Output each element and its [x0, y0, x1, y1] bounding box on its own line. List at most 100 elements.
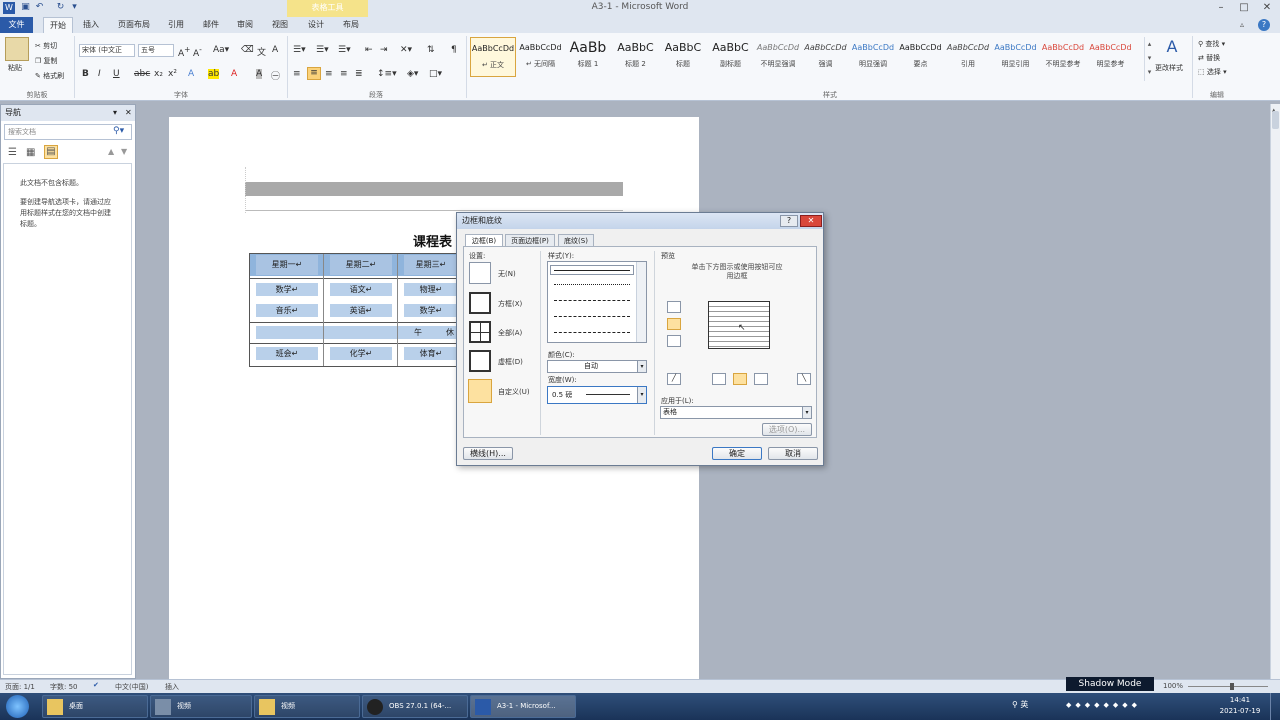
char-border-icon[interactable]: A [272, 45, 278, 55]
tab-review[interactable]: 审阅 [232, 17, 258, 33]
show-marks-icon[interactable]: ¶ [451, 45, 457, 55]
ok-button[interactable]: 确定 [712, 447, 762, 460]
timetable-cell[interactable]: 化学↵ [330, 347, 392, 360]
close-window-button[interactable]: ✕ [1256, 1, 1278, 15]
timetable-cell[interactable]: 星期二↵ [330, 255, 392, 275]
language[interactable]: 中文(中国) [115, 682, 148, 692]
copy-button[interactable]: ❐ 复制 [35, 56, 58, 66]
paste-label[interactable]: 粘贴 [8, 63, 22, 73]
horizontal-line-button[interactable]: 横线(H)... [463, 447, 513, 460]
setting-custom-icon[interactable] [468, 379, 492, 403]
strikethrough-icon[interactable]: abc [134, 69, 150, 79]
prev-heading-icon[interactable]: ▲ [108, 147, 114, 156]
setting-all-icon[interactable] [469, 321, 491, 343]
setting-none-label[interactable]: 无(N) [498, 269, 516, 279]
help-icon[interactable]: ? [1258, 19, 1270, 31]
find-button[interactable]: ⚲ 查找 ▾ [1198, 39, 1225, 49]
tab-layout[interactable]: 布局 [338, 17, 364, 33]
timetable-cell[interactable]: 数学↵ [404, 304, 458, 317]
zoom-level[interactable]: 100% [1163, 682, 1183, 690]
italic-icon[interactable]: I [98, 69, 101, 79]
setting-grid-label[interactable]: 虚框(D) [498, 357, 523, 367]
style-item[interactable]: AaBbC 标题 [660, 37, 706, 77]
subscript-icon[interactable]: x₂ [154, 69, 163, 79]
scroll-thumb[interactable] [1272, 111, 1279, 129]
tab-mailings[interactable]: 邮件 [198, 17, 224, 33]
diagonal-down-border-button[interactable]: ╱ [667, 373, 681, 385]
font-size-select[interactable]: 五号 [138, 44, 174, 57]
borders-icon[interactable]: □▾ [429, 69, 442, 79]
superscript-icon[interactable]: x² [168, 69, 177, 79]
proofing-icon[interactable]: ✔ [93, 681, 99, 689]
vertical-scrollbar[interactable]: ▴ [1270, 104, 1280, 679]
taskbar-item-word[interactable]: A3-1 - Microsof... [470, 695, 576, 718]
paste-icon[interactable] [5, 37, 29, 61]
numbering-icon[interactable]: ☰▾ [316, 45, 329, 55]
style-item[interactable]: AaBbCcDd 明显引用 [993, 37, 1039, 77]
nav-options-icon[interactable]: ▾ [113, 105, 117, 121]
line-style-dash-dot[interactable] [554, 332, 630, 333]
style-item[interactable]: AaBbCcDd 不明显强调 [755, 37, 801, 77]
align-left-icon[interactable]: ≡ [293, 69, 301, 79]
highlight-icon[interactable]: ab [208, 69, 220, 79]
timetable-cell[interactable]: 星期一↵ [256, 255, 318, 275]
style-item[interactable]: AaBbCcDd 明显强调 [850, 37, 896, 77]
style-item[interactable]: AaBbC 标题 2 [613, 37, 659, 77]
style-item[interactable]: AaBbC 副标题 [708, 37, 754, 77]
word-count[interactable]: 字数: 50 [50, 682, 78, 692]
underline-icon[interactable]: U [113, 69, 120, 79]
setting-box-label[interactable]: 方框(X) [498, 299, 522, 309]
increase-indent-icon[interactable]: ⇥ [380, 45, 388, 55]
diagonal-up-border-button[interactable]: ╲ [797, 373, 811, 385]
phonetic-guide-icon[interactable]: 文 [257, 45, 266, 58]
align-right-icon[interactable]: ≡ [325, 69, 333, 79]
line-style-dashed[interactable] [554, 300, 630, 301]
page-count[interactable]: 页面: 1/1 [5, 682, 35, 692]
ime-indicator[interactable]: ⚲ 英 [1012, 699, 1028, 710]
change-styles-label[interactable]: 更改样式 [1155, 63, 1183, 73]
tab-home[interactable]: 开始 [43, 17, 73, 33]
decrease-indent-icon[interactable]: ⇤ [365, 45, 373, 55]
timetable-cell[interactable]: 英语↵ [330, 304, 392, 317]
zoom-slider[interactable] [1188, 686, 1268, 687]
line-style-dotted[interactable] [554, 284, 630, 285]
style-item[interactable]: AaBbCcDd ↵ 正文 [470, 37, 516, 77]
multilevel-list-icon[interactable]: ☰▾ [338, 45, 351, 55]
insert-mode[interactable]: 插入 [165, 682, 179, 692]
timetable-cell[interactable]: 星期三↵ [404, 255, 458, 275]
search-icon[interactable]: ⚲▾ [113, 126, 124, 136]
zoom-slider-thumb[interactable] [1230, 683, 1234, 690]
setting-box-icon[interactable] [469, 292, 491, 314]
start-button[interactable] [6, 695, 29, 718]
left-border-button[interactable] [712, 373, 726, 385]
line-spacing-icon[interactable]: ↕≡▾ [377, 69, 397, 79]
style-item[interactable]: AaBbCcDd 引用 [945, 37, 991, 77]
format-painter-button[interactable]: ✎ 格式刷 [35, 71, 64, 81]
grow-font-icon[interactable]: A+ [178, 45, 190, 59]
bullets-icon[interactable]: ☰▾ [293, 45, 306, 55]
enclose-char-icon[interactable]: ㊀ [271, 69, 280, 82]
inside-v-border-button[interactable] [733, 373, 747, 385]
lunch-row[interactable] [256, 326, 458, 339]
system-tray-icons[interactable]: ◆◆◆◆◆◆◆◆ [1066, 701, 1206, 711]
timetable-cell[interactable]: 班会↵ [256, 347, 318, 360]
right-border-button[interactable] [754, 373, 768, 385]
tab-references[interactable]: 引用 [163, 17, 189, 33]
styles-scroll[interactable]: ▴ ▾ ▾ [1144, 37, 1154, 81]
font-color-icon[interactable]: A [231, 69, 237, 79]
line-style-list[interactable] [547, 261, 647, 343]
style-item[interactable]: AaBb 标题 1 [565, 37, 611, 77]
collapse-ribbon-icon[interactable]: ▵ [1240, 20, 1244, 29]
asian-layout-icon[interactable]: ✕▾ [400, 45, 412, 55]
tab-view[interactable]: 视图 [267, 17, 293, 33]
clock-time[interactable]: 14:41 [1216, 696, 1264, 704]
results-view-icon[interactable]: ▤ [44, 145, 58, 159]
setting-all-label[interactable]: 全部(A) [498, 328, 522, 338]
cancel-button[interactable]: 取消 [768, 447, 818, 460]
bold-icon[interactable]: B [82, 69, 89, 79]
dialog-help-icon[interactable]: ? [780, 215, 798, 227]
style-item[interactable]: AaBbCcDd ↵ 无间隔 [518, 37, 564, 77]
top-border-button[interactable] [667, 301, 681, 313]
taskbar-item-obs[interactable]: OBS 27.0.1 (64-... [362, 695, 468, 718]
timetable-cell[interactable]: 体育↵ [404, 347, 458, 360]
